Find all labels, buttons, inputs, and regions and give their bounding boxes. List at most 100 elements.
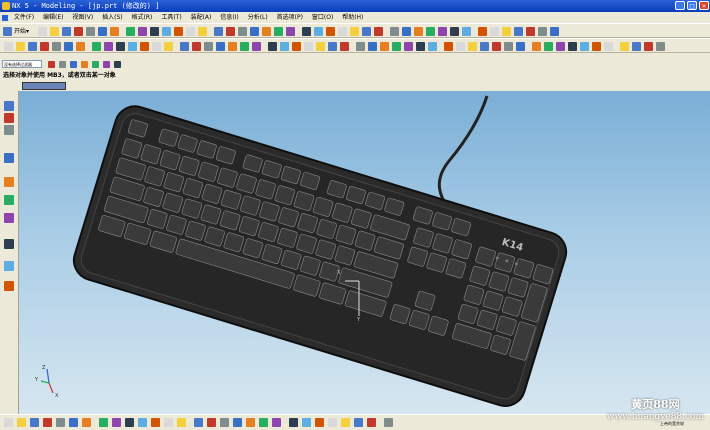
menu-insert[interactable]: 插入(S) xyxy=(99,12,127,23)
center-icon[interactable] xyxy=(43,418,52,427)
new-file-icon[interactable] xyxy=(438,27,447,36)
intersection-icon[interactable] xyxy=(302,418,311,427)
intersection-icon[interactable] xyxy=(56,418,65,427)
menu-tools[interactable]: 工具(T) xyxy=(158,12,185,23)
zoom-icon[interactable] xyxy=(350,27,359,36)
datum-icon[interactable] xyxy=(504,42,513,51)
menu-assembly[interactable]: 装配(A) xyxy=(188,12,216,23)
sketch-icon[interactable] xyxy=(180,42,189,51)
snap-icon[interactable] xyxy=(414,27,423,36)
trim-icon[interactable] xyxy=(316,42,325,51)
select-icon[interactable] xyxy=(426,27,435,36)
assembly-navigator-icon[interactable] xyxy=(4,101,14,111)
pattern-icon[interactable] xyxy=(292,42,301,51)
chamfer-icon[interactable] xyxy=(92,42,101,51)
measure-icon[interactable] xyxy=(516,42,525,51)
menu-edit[interactable]: 编辑(E) xyxy=(40,12,67,23)
chamfer-icon[interactable] xyxy=(268,42,277,51)
endpoint-icon[interactable] xyxy=(259,418,268,427)
pattern-icon[interactable] xyxy=(468,42,477,51)
select-icon[interactable] xyxy=(226,27,235,36)
measure-icon[interactable] xyxy=(164,42,173,51)
blend-icon[interactable] xyxy=(76,42,85,51)
pattern-icon[interactable] xyxy=(644,42,653,51)
extrude-icon[interactable] xyxy=(544,42,553,51)
paste-icon[interactable] xyxy=(98,27,107,36)
pocket-icon[interactable] xyxy=(416,42,425,51)
open-folder-icon[interactable] xyxy=(50,27,59,36)
shaded-icon[interactable] xyxy=(390,27,399,36)
new-file-icon[interactable] xyxy=(38,27,47,36)
endpoint-icon[interactable] xyxy=(17,418,26,427)
extrude-icon[interactable] xyxy=(192,42,201,51)
sketch-icon[interactable] xyxy=(532,42,541,51)
fit-view-icon[interactable] xyxy=(338,27,347,36)
endpoint-icon[interactable] xyxy=(341,418,350,427)
cut-icon[interactable] xyxy=(478,27,487,36)
mirror-icon[interactable] xyxy=(656,42,665,51)
menu-file[interactable]: 文件(F) xyxy=(11,12,38,23)
redo-icon[interactable] xyxy=(526,27,535,36)
measure-icon[interactable] xyxy=(340,42,349,51)
selection-filter-icon[interactable] xyxy=(92,61,99,68)
hole-icon[interactable] xyxy=(568,42,577,51)
minimize-button[interactable]: _ xyxy=(675,1,685,10)
quadrant-icon[interactable] xyxy=(69,418,78,427)
rotate-icon[interactable] xyxy=(362,27,371,36)
pocket-icon[interactable] xyxy=(592,42,601,51)
snap-point-icon[interactable] xyxy=(164,418,173,427)
hole-icon[interactable] xyxy=(392,42,401,51)
revolve-icon[interactable] xyxy=(380,42,389,51)
revolve-icon[interactable] xyxy=(28,42,37,51)
history-icon[interactable] xyxy=(4,125,14,135)
hole-icon[interactable] xyxy=(216,42,225,51)
menu-view[interactable]: 视图(V) xyxy=(69,12,97,23)
selection-filter-icon[interactable] xyxy=(81,61,88,68)
sketch-icon[interactable] xyxy=(356,42,365,51)
datum-icon[interactable] xyxy=(328,42,337,51)
mirror-icon[interactable] xyxy=(128,42,137,51)
center-icon[interactable] xyxy=(289,418,298,427)
sketch-icon[interactable] xyxy=(4,42,13,51)
center-icon[interactable] xyxy=(367,418,376,427)
blend-icon[interactable] xyxy=(428,42,437,51)
mirror-icon[interactable] xyxy=(304,42,313,51)
revolve-icon[interactable] xyxy=(556,42,565,51)
maximize-button[interactable]: □ xyxy=(687,1,697,10)
undo-icon[interactable] xyxy=(110,27,119,36)
zoom-icon[interactable] xyxy=(550,27,559,36)
fit-view-icon[interactable] xyxy=(138,27,147,36)
selection-filter-icon[interactable] xyxy=(114,61,121,68)
chamfer-icon[interactable] xyxy=(620,42,629,51)
selection-filter-icon[interactable] xyxy=(103,61,110,68)
menu-format[interactable]: 格式(R) xyxy=(129,12,157,23)
snap-icon[interactable] xyxy=(214,27,223,36)
boss-icon[interactable] xyxy=(404,42,413,51)
close-button[interactable]: × xyxy=(699,1,709,10)
cut-icon[interactable] xyxy=(274,27,283,36)
rotate-icon[interactable] xyxy=(162,27,171,36)
trim-icon[interactable] xyxy=(140,42,149,51)
redo-icon[interactable] xyxy=(126,27,135,36)
quadrant-icon[interactable] xyxy=(151,418,160,427)
open-folder-icon[interactable] xyxy=(450,27,459,36)
quadrant-icon[interactable] xyxy=(233,418,242,427)
selection-filter-icon[interactable] xyxy=(48,61,55,68)
menu-info[interactable]: 信息(I) xyxy=(217,12,242,23)
cut-icon[interactable] xyxy=(74,27,83,36)
start-button[interactable]: 开始▾ xyxy=(14,26,29,37)
midpoint-icon[interactable] xyxy=(112,418,121,427)
menu-analysis[interactable]: 分析(L) xyxy=(245,12,272,23)
web-browser-icon[interactable] xyxy=(4,195,14,205)
roles-icon[interactable] xyxy=(4,153,14,163)
pan-icon[interactable] xyxy=(174,27,183,36)
copy-icon[interactable] xyxy=(490,27,499,36)
trim-icon[interactable] xyxy=(492,42,501,51)
save-icon[interactable] xyxy=(262,27,271,36)
graphics-window[interactable]: K14 X Y Z Y X xyxy=(19,91,710,414)
assembly-navigator-icon[interactable] xyxy=(4,281,14,291)
revolve-icon[interactable] xyxy=(204,42,213,51)
selection-filter-icon[interactable] xyxy=(70,61,77,68)
endpoint-icon[interactable] xyxy=(99,418,108,427)
layer-icon[interactable] xyxy=(402,27,411,36)
